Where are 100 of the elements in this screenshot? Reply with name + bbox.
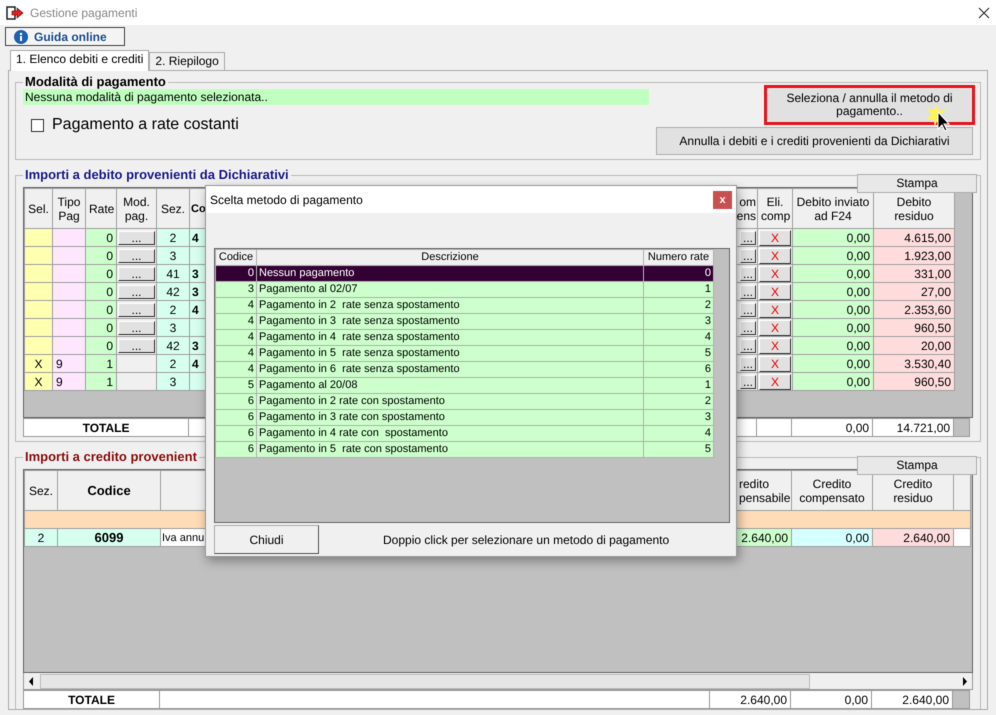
ellipsis-button[interactable]: ...: [118, 248, 155, 262]
ellipsis-button[interactable]: ...: [118, 338, 155, 352]
table-cell: 0,00: [792, 318, 874, 336]
column-header: Numero rate: [644, 250, 714, 266]
ellipsis-button[interactable]: ...: [118, 230, 155, 244]
ellipsis-button[interactable]: ...: [118, 284, 155, 298]
table-cell: 2.640,00: [872, 690, 953, 708]
table-cell: 2: [156, 228, 190, 246]
table-cell: 0,00: [790, 690, 872, 708]
help-button[interactable]: Guida online: [5, 27, 125, 46]
column-header: Codice: [216, 250, 256, 266]
table-cell: 0,00: [792, 300, 874, 318]
table-cell: 2.640,00: [872, 528, 954, 546]
scroll-thumb[interactable]: [40, 674, 810, 688]
ellipsis-button[interactable]: ...: [118, 302, 155, 316]
ellipsis-button[interactable]: ...: [740, 248, 756, 262]
ellipsis-button[interactable]: ...: [118, 320, 155, 334]
ellipsis-button[interactable]: ...: [740, 374, 756, 388]
table-cell: 0,00: [792, 354, 874, 372]
column-header: Mod. pag.: [116, 188, 156, 228]
table-cell: 0: [86, 264, 116, 282]
table-cell: 0,00: [792, 336, 874, 354]
table-cell: 9: [52, 372, 86, 390]
group-title: Modalità di pagamento: [24, 75, 167, 89]
table-cell: 3: [156, 372, 190, 390]
select-method-button[interactable]: Seleziona / annulla il metodo di pagamento..: [766, 87, 973, 123]
ellipsis-button[interactable]: ...: [118, 266, 155, 280]
table-cell: 0,00: [792, 246, 874, 264]
table-cell: 2: [24, 528, 58, 546]
table-cell: 1: [86, 372, 116, 390]
table-cell: 42: [156, 282, 190, 300]
column-header: Sez.: [156, 188, 190, 228]
table-cell: 27,00: [874, 282, 954, 300]
info-icon: [14, 30, 28, 44]
status-bar: Nessuna modalità di pagamento selezionata..: [23, 89, 649, 105]
table-cell: 2: [156, 300, 190, 318]
ellipsis-button[interactable]: ...: [740, 320, 756, 334]
group-title: Importi a credito provenient: [24, 450, 198, 464]
cancel-button[interactable]: Annulla i debiti e i crediti provenienti da Dichiarativi: [656, 127, 973, 155]
table-cell: X: [24, 354, 52, 372]
ellipsis-button[interactable]: ...: [740, 338, 756, 352]
app-icon: [6, 4, 24, 22]
table-cell: 0,00: [792, 418, 873, 436]
table-cell: 0,00: [792, 264, 874, 282]
table-cell: X: [24, 372, 52, 390]
table-cell: 0: [86, 282, 116, 300]
ellipsis-button[interactable]: ...: [740, 266, 756, 280]
table-cell: 42: [156, 336, 190, 354]
table-cell: 0: [86, 336, 116, 354]
table-cell: 2: [156, 354, 190, 372]
ellipsis-button[interactable]: ...: [740, 356, 756, 370]
print-button[interactable]: Stampa: [857, 174, 977, 193]
table-cell: 20,00: [874, 336, 954, 354]
column-header: Debito inviato ad F24: [792, 188, 874, 228]
ellipsis-button[interactable]: ...: [740, 302, 756, 316]
checkbox[interactable]: [31, 118, 44, 132]
table-cell: 9: [52, 354, 86, 372]
table-cell: 0: [86, 228, 116, 246]
group-title: Importi a debito provenienti da Dichiarativi: [24, 168, 290, 182]
print-button[interactable]: Stampa: [857, 456, 977, 475]
hint-text: Doppio click per selezionare un metodo di pagamento: [383, 532, 670, 548]
table-cell: 1.923,00: [874, 246, 954, 264]
table-cell: 3.530,40: [874, 354, 954, 372]
table-cell: 960,50: [874, 318, 954, 336]
column-header: Sez.: [24, 470, 58, 510]
dialog-title: Scelta metodo di pagamento: [210, 192, 363, 208]
table-cell: 0: [86, 300, 116, 318]
column-header: Eli. comp: [758, 188, 792, 228]
column-header: Tipo Pag: [52, 188, 86, 228]
column-header: Rate: [86, 188, 116, 228]
close-dialog-button[interactable]: Chiudi: [214, 525, 319, 554]
column-header: Sel.: [24, 188, 52, 228]
tab[interactable]: 2. Riepilogo: [149, 52, 225, 70]
close-icon[interactable]: [978, 6, 990, 18]
table-cell: 960,50: [874, 372, 954, 390]
column-header: Credito compensato: [792, 470, 872, 510]
window-title: Gestione pagamenti: [30, 4, 138, 22]
table-cell: 0,00: [792, 372, 874, 390]
total-label: TOTALE: [24, 418, 189, 436]
table-cell: 0: [86, 246, 116, 264]
table-cell: 331,00: [874, 264, 954, 282]
tab[interactable]: 1. Elenco debiti e crediti: [10, 50, 150, 71]
table-cell: 0,00: [792, 228, 874, 246]
table-cell: 0,00: [792, 528, 872, 546]
checkbox-label: Pagamento a rate costanti: [52, 115, 239, 135]
table-cell: 14.721,00: [872, 418, 954, 436]
table-cell: 41: [156, 264, 190, 282]
ellipsis-button[interactable]: ...: [740, 230, 756, 244]
table-cell: 6099: [58, 528, 160, 546]
table-cell: 0: [86, 318, 116, 336]
column-header: Codice: [58, 470, 160, 510]
close-button[interactable]: x: [713, 190, 732, 208]
column-header: Descrizione: [256, 250, 644, 266]
table-cell: 1: [86, 354, 116, 372]
ellipsis-button[interactable]: ...: [740, 284, 756, 298]
table-cell: 3: [156, 318, 190, 336]
table-cell: 4.615,00: [874, 228, 954, 246]
total-label: TOTALE: [24, 690, 160, 708]
table-cell: 0,00: [792, 282, 874, 300]
table-cell: 2.640,00: [710, 690, 791, 708]
